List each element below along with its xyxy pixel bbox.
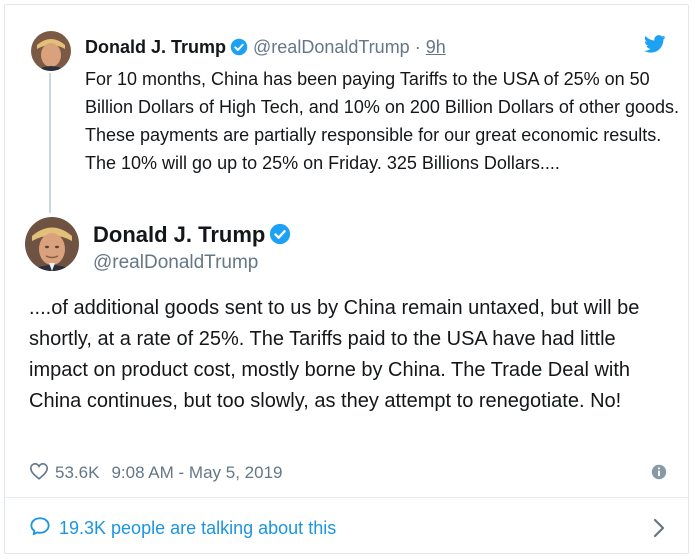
- quoted-author-name[interactable]: Donald J. Trump: [85, 37, 226, 57]
- author-name[interactable]: Donald J. Trump: [93, 221, 291, 252]
- author-name-text[interactable]: Donald J. Trump: [93, 222, 265, 247]
- author-handle[interactable]: @realDonaldTrump: [93, 251, 258, 275]
- like-count[interactable]: 53.6K: [55, 463, 99, 483]
- verified-badge-icon: [269, 223, 291, 252]
- tweet-text: ....of additional goods sent to us by Ch…: [29, 297, 640, 412]
- quoted-tweet-header: Donald J. Trump @realDonaldTrump · 9h: [85, 35, 628, 62]
- info-icon[interactable]: [650, 463, 668, 486]
- quoted-handle[interactable]: @realDonaldTrump: [253, 37, 410, 57]
- talking-text[interactable]: 19.3K people are talking about this: [59, 518, 336, 539]
- conversation-link[interactable]: 19.3K people are talking about this: [29, 515, 672, 541]
- thread-connector-line: [49, 73, 51, 213]
- dot-separator: ·: [414, 37, 421, 57]
- tweet-timestamp[interactable]: 9:08 AM - May 5, 2019: [111, 463, 282, 483]
- author-avatar[interactable]: [25, 217, 79, 271]
- speech-bubble-icon: [29, 516, 51, 541]
- twitter-bird-icon[interactable]: [644, 35, 666, 58]
- tweet-meta-row: 53.6K 9:08 AM - May 5, 2019: [29, 461, 670, 485]
- quoted-avatar[interactable]: [31, 31, 71, 71]
- verified-badge-icon: [230, 38, 248, 62]
- quoted-time-link[interactable]: 9h: [426, 37, 446, 57]
- quoted-tweet-text: For 10 months, China has been paying Tar…: [85, 69, 680, 173]
- tweet-embed-card: Donald J. Trump @realDonaldTrump · 9h Fo…: [4, 4, 689, 554]
- heart-icon[interactable]: [29, 462, 49, 485]
- footer-divider: [5, 497, 688, 498]
- chevron-right-icon[interactable]: [652, 517, 666, 544]
